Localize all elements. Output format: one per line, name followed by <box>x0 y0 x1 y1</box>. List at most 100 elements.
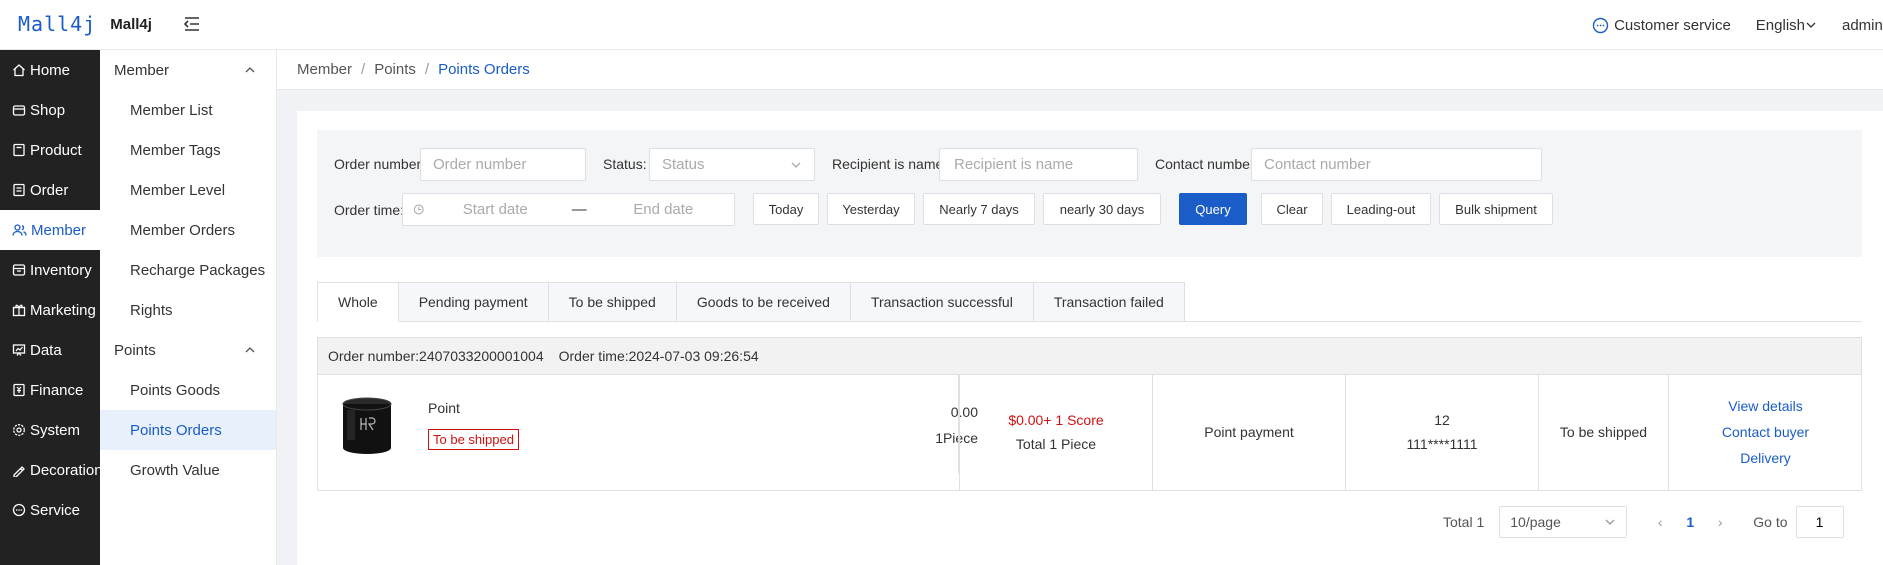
sidebar-item-product[interactable]: Product <box>0 130 100 170</box>
breadcrumb-points-orders: Points Orders <box>438 61 530 78</box>
sidebar-item-inventory[interactable]: Inventory <box>0 250 100 290</box>
nearly-30-days-button[interactable]: nearly 30 days <box>1043 193 1161 225</box>
page-number[interactable]: 1 <box>1675 514 1705 530</box>
sidebar-item-label: Decoration <box>30 461 103 479</box>
delivery-link[interactable]: Delivery <box>1740 450 1791 466</box>
breadcrumb-member[interactable]: Member <box>297 61 352 78</box>
submenu-item-growth-value[interactable]: Growth Value <box>100 450 276 490</box>
recipient-name: 12 <box>1434 412 1450 428</box>
nearly-7-days-button[interactable]: Nearly 7 days <box>923 193 1035 225</box>
breadcrumb-separator: / <box>361 61 366 78</box>
submenu-item-recharge-packages[interactable]: Recharge Packages <box>100 250 276 290</box>
chevron-down-icon <box>1605 519 1615 525</box>
breadcrumb-separator: / <box>424 61 430 78</box>
sidebar-item-marketing[interactable]: Marketing <box>0 290 100 330</box>
submenu-item-member-orders[interactable]: Member Orders <box>100 210 276 250</box>
order-amount-cell: $0.00+ 1 Score Total 1 Piece <box>959 374 1152 490</box>
customer-service-label: Customer service <box>1614 16 1731 34</box>
chevron-down-icon <box>1806 22 1816 28</box>
sidebar-item-member[interactable]: Member <box>0 210 100 250</box>
next-page-icon[interactable]: › <box>1705 514 1735 530</box>
submenu-item-points-goods[interactable]: Points Goods <box>100 370 276 410</box>
shop-icon <box>12 105 26 116</box>
finance-icon <box>13 383 25 397</box>
gear-icon <box>13 424 25 436</box>
logo[interactable]: Mall4j Mall4j <box>18 12 152 36</box>
chevron-up-icon <box>245 67 255 73</box>
tab-whole[interactable]: Whole <box>317 282 399 322</box>
page-size-select[interactable]: 10/page <box>1499 506 1628 538</box>
submenu-group-points[interactable]: Points <box>100 330 276 370</box>
tab-transaction-successful[interactable]: Transaction successful <box>850 282 1034 322</box>
order-number-caption: Order number: <box>328 348 420 364</box>
product-name: Point <box>428 400 460 416</box>
sidebar-item-home[interactable]: Home <box>0 50 100 90</box>
submenu-item-member-tags[interactable]: Member Tags <box>100 130 276 170</box>
submenu-group-member[interactable]: Member <box>100 50 276 90</box>
top-header: Mall4j Mall4j Customer service English a… <box>0 0 1883 50</box>
language-dropdown[interactable]: English <box>1756 17 1817 34</box>
yesterday-button[interactable]: Yesterday <box>827 193 915 225</box>
order-time-range[interactable]: Start date — End date <box>402 193 735 226</box>
recipient-input[interactable] <box>939 148 1138 181</box>
sidebar-item-decoration[interactable]: Decoration <box>0 450 103 490</box>
product-status-badge: To be shipped <box>428 429 519 450</box>
order-number-value: 2407033200001004 <box>419 348 544 364</box>
order-total-pieces: Total 1 Piece <box>1015 436 1097 452</box>
sidebar-item-label: Service <box>30 501 81 519</box>
logo-text: Mall4j <box>110 15 152 33</box>
product-thumbnail[interactable] <box>338 394 396 456</box>
submenu-item-points-orders[interactable]: Points Orders <box>100 410 276 450</box>
view-details-link[interactable]: View details <box>1728 398 1802 414</box>
tab-goods-to-be-received[interactable]: Goods to be received <box>676 282 851 322</box>
submenu-item-rights[interactable]: Rights <box>100 290 276 330</box>
sidebar-item-order[interactable]: Order <box>0 170 100 210</box>
recipient-cell: 12 111****1111 <box>1345 374 1538 490</box>
sub-sidebar: Member Member List Member Tags Member Le… <box>100 50 277 565</box>
menu-collapse-icon[interactable] <box>182 14 202 34</box>
goto-page-input[interactable] <box>1795 506 1844 538</box>
contact-buyer-link[interactable]: Contact buyer <box>1722 424 1809 440</box>
today-button[interactable]: Today <box>753 193 819 225</box>
contact-number-input[interactable] <box>1251 148 1542 181</box>
user-menu[interactable]: admin <box>1842 17 1883 34</box>
clear-button[interactable]: Clear <box>1261 193 1323 225</box>
search-form: Order number: Status: Status Recipient i… <box>317 130 1862 257</box>
breadcrumb: Member / Points / Points Orders <box>277 50 1883 90</box>
sidebar-item-service[interactable]: Service <box>0 490 100 530</box>
sidebar-item-label: Product <box>30 141 82 159</box>
status-select[interactable]: Status <box>649 148 815 181</box>
start-date-input[interactable]: Start date <box>425 201 566 218</box>
sidebar-item-data[interactable]: Data <box>0 330 100 370</box>
tab-pending-payment[interactable]: Pending payment <box>398 282 549 322</box>
payment-cell: Point payment <box>1152 374 1345 490</box>
sidebar-item-shop[interactable]: Shop <box>0 90 100 130</box>
submenu-item-member-list[interactable]: Member List <box>100 90 276 130</box>
home-icon <box>13 64 25 77</box>
prev-page-icon[interactable]: ‹ <box>1645 514 1675 530</box>
leading-out-button[interactable]: Leading-out <box>1331 193 1431 225</box>
service-chat-icon <box>12 503 26 517</box>
sidebar-item-label: Marketing <box>30 301 96 319</box>
order-number-input[interactable] <box>420 148 586 181</box>
order-status-tabs: Whole Pending payment To be shipped Good… <box>317 282 1862 322</box>
customer-service-link[interactable]: Customer service <box>1592 17 1731 34</box>
bulk-shipment-button[interactable]: Bulk shipment <box>1439 193 1553 225</box>
order-amount: $0.00+ 1 Score <box>1008 412 1104 428</box>
main-sidebar: Home Shop Product Order Member Inventory… <box>0 50 103 565</box>
submenu-item-member-level[interactable]: Member Level <box>100 170 276 210</box>
marketing-icon <box>12 304 26 317</box>
query-button[interactable]: Query <box>1179 193 1247 225</box>
submenu-group-label: Member <box>114 61 170 79</box>
page-size-value: 10/page <box>1510 514 1561 530</box>
breadcrumb-points[interactable]: Points <box>374 61 416 78</box>
order-time-value: 2024-07-03 09:26:54 <box>628 348 759 364</box>
sidebar-item-system[interactable]: System <box>0 410 100 450</box>
decoration-icon <box>13 466 25 477</box>
clock-icon <box>413 204 424 215</box>
tab-transaction-failed[interactable]: Transaction failed <box>1033 282 1185 322</box>
tab-to-be-shipped[interactable]: To be shipped <box>548 282 677 322</box>
end-date-input[interactable]: End date <box>593 201 734 218</box>
sidebar-item-finance[interactable]: Finance <box>0 370 100 410</box>
main-card: Order number: Status: Status Recipient i… <box>297 111 1883 565</box>
